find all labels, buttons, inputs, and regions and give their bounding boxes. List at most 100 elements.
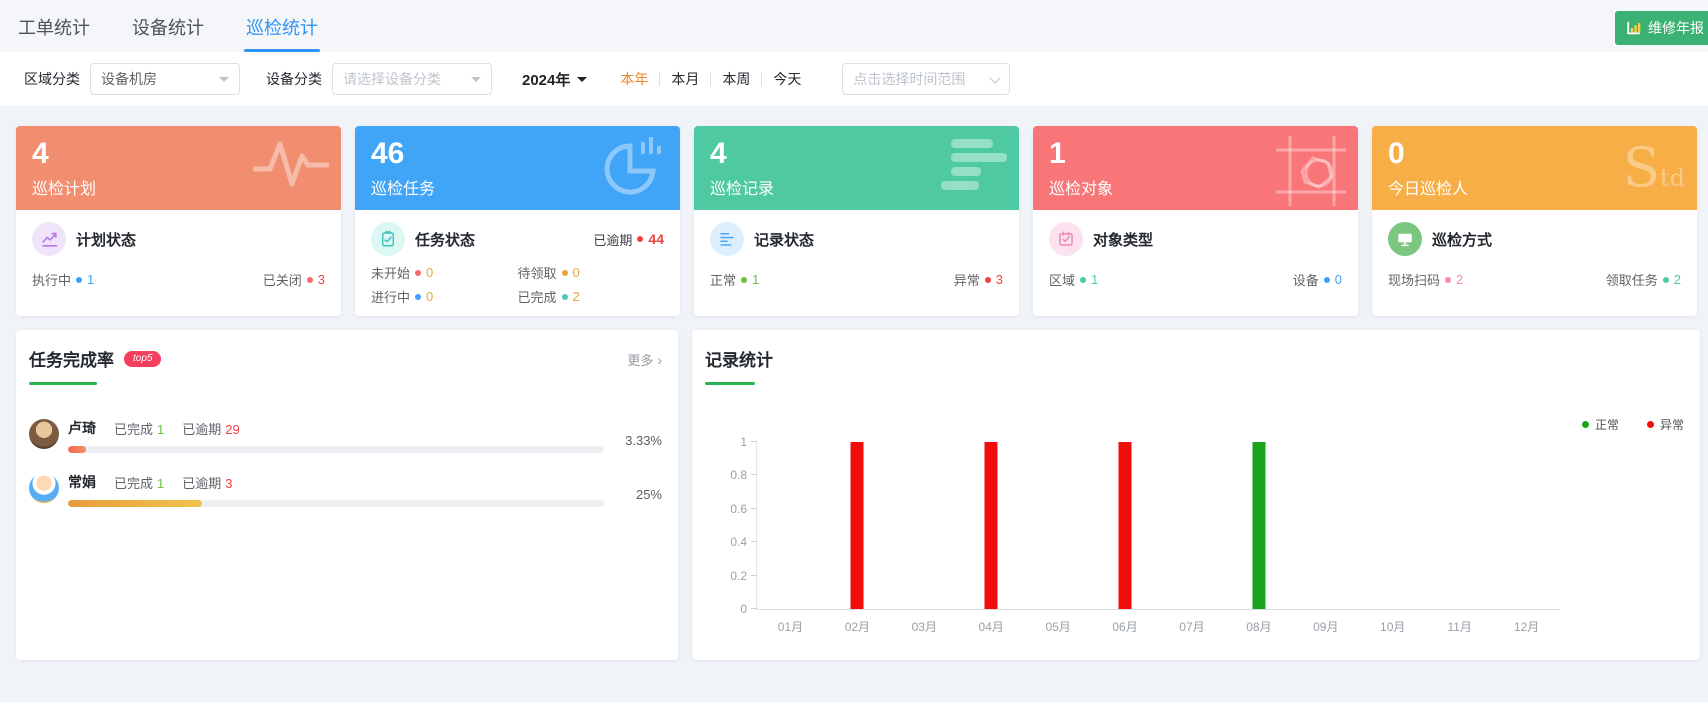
y-axis-tick xyxy=(751,508,757,509)
quick-range-this-month[interactable]: 本月 xyxy=(660,69,710,89)
y-axis-tick-label: 0 xyxy=(711,603,747,615)
card-body: 对象类型 区域1 设备0 xyxy=(1033,210,1358,299)
completion-row: 卢琦 已完成1 已逾期29 3.33% xyxy=(29,419,662,453)
filter-bar: 区域分类 设备机房 设备分类 请选择设备分类 2024年 本年 本月 本周 今天… xyxy=(0,52,1708,106)
tab-inspection-stats[interactable]: 巡检统计 xyxy=(244,14,320,52)
monitor-icon xyxy=(1388,222,1422,256)
card-section-label: 任务状态 xyxy=(415,229,475,250)
legend-item[interactable]: 异常 xyxy=(1647,416,1684,433)
clipboard-icon xyxy=(371,222,405,256)
card-headline-stat: 已逾期44 xyxy=(593,230,664,249)
x-axis-label: 09月 xyxy=(1313,618,1338,635)
caret-down-icon xyxy=(577,77,587,87)
year-select[interactable]: 2024年 xyxy=(522,69,587,90)
overdue-stat: 已逾期29 xyxy=(182,419,239,438)
y-axis-tick xyxy=(751,541,757,542)
legend-dot xyxy=(1647,421,1654,428)
chevron-down-icon xyxy=(990,72,1001,83)
progress-bar xyxy=(68,500,604,507)
x-axis-label: 06月 xyxy=(1112,618,1137,635)
stat-card: 1 巡检对象 对象类型 区域1 设备0 xyxy=(1033,126,1358,316)
y-axis-tick xyxy=(751,608,757,609)
bar-chart-icon xyxy=(1626,20,1642,36)
card-body: 任务状态 已逾期44 未开始0 待领取0 进行中0 已 xyxy=(355,210,680,316)
bottom-panels: 任务完成率 top5 更多› 卢琦 已完成1 已逾期29 3.33% 常娟 已完… xyxy=(0,316,1708,660)
legend-dot xyxy=(1582,421,1589,428)
quick-range-today[interactable]: 今天 xyxy=(762,69,812,89)
progress-bar xyxy=(68,446,604,453)
chart-legend: 正常 异常 xyxy=(1582,416,1684,433)
y-axis-tick-label: 0.4 xyxy=(711,536,747,548)
pie-chart-icon xyxy=(602,136,668,203)
panel-title: 记录统计 xyxy=(705,346,773,371)
time-range-select[interactable]: 点击选择时间范围 xyxy=(842,63,1010,95)
card-stat: 设备0 xyxy=(1293,270,1342,289)
done-stat: 已完成1 xyxy=(114,473,164,492)
user-name: 常娟 xyxy=(68,472,96,492)
legend-item[interactable]: 正常 xyxy=(1582,416,1619,433)
card-stat: 正常1 xyxy=(710,270,759,289)
panel-title: 任务完成率 xyxy=(29,346,114,371)
region-select-value: 设备机房 xyxy=(101,69,157,89)
survey-icon xyxy=(1049,222,1083,256)
user-name: 卢琦 xyxy=(68,418,96,438)
completion-percent: 25% xyxy=(604,487,662,502)
stat-card: 0 今日巡检人 Std 巡检方式 现场扫码2 领取任务2 xyxy=(1372,126,1697,316)
chart-bar-异常 xyxy=(985,442,998,609)
tab-work-order-stats[interactable]: 工单统计 xyxy=(16,14,92,52)
more-link[interactable]: 更多› xyxy=(627,350,662,369)
x-axis-label: 01月 xyxy=(778,618,803,635)
y-axis-tick-label: 0.8 xyxy=(711,469,747,481)
card-header: 4 巡检记录 xyxy=(694,126,1019,210)
card-stat: 异常3 xyxy=(954,270,1003,289)
list-icon xyxy=(710,222,744,256)
caret-down-icon xyxy=(219,77,229,87)
card-stat: 已关闭3 xyxy=(263,270,325,289)
done-stat: 已完成1 xyxy=(114,419,164,438)
stat-card: 46 巡检任务 任务状态 已逾期44 未开始0 待领取0 xyxy=(355,126,680,316)
title-underline xyxy=(29,382,97,385)
tab-device-stats[interactable]: 设备统计 xyxy=(130,14,206,52)
chart-bar-异常 xyxy=(1119,442,1132,609)
x-axis-label: 03月 xyxy=(912,618,937,635)
std-watermark: Std xyxy=(1623,136,1685,199)
quick-range-group: 本年 本月 本周 今天 xyxy=(609,69,812,89)
annual-report-button[interactable]: 维修年报 xyxy=(1615,11,1708,45)
card-body: 巡检方式 现场扫码2 领取任务2 xyxy=(1372,210,1697,299)
card-section-label: 记录状态 xyxy=(754,229,814,250)
top5-badge: top5 xyxy=(124,351,161,367)
device-select[interactable]: 请选择设备分类 xyxy=(332,63,492,95)
chart-bar-异常 xyxy=(851,442,864,609)
card-header: 1 巡检对象 xyxy=(1033,126,1358,210)
x-axis-label: 12月 xyxy=(1514,618,1539,635)
completion-rows: 卢琦 已完成1 已逾期29 3.33% 常娟 已完成1 已逾期3 25% xyxy=(29,419,662,507)
chart-plot: 00.20.40.60.8101月02月03月04月05月06月07月08月09… xyxy=(756,442,1560,610)
x-axis-label: 04月 xyxy=(979,618,1004,635)
card-section-label: 对象类型 xyxy=(1093,229,1153,250)
y-axis-tick xyxy=(751,441,757,442)
stat-card: 4 巡检记录 记录状态 正常1 异常3 xyxy=(694,126,1019,316)
x-axis-label: 08月 xyxy=(1246,618,1271,635)
y-axis-tick-label: 0.6 xyxy=(711,503,747,515)
y-axis-tick-label: 1 xyxy=(711,436,747,448)
record-bar-chart: 00.20.40.60.8101月02月03月04月05月06月07月08月09… xyxy=(710,442,1560,610)
annual-report-label: 维修年报 xyxy=(1648,18,1704,38)
card-stat: 已完成2 xyxy=(518,287,665,306)
card-stat: 进行中0 xyxy=(371,287,518,306)
stat-cards: 4 巡检计划 计划状态 执行中1 已关闭3 46 xyxy=(0,106,1708,316)
card-stat: 未开始0 xyxy=(371,263,518,282)
stat-card: 4 巡检计划 计划状态 执行中1 已关闭3 xyxy=(16,126,341,316)
quick-range-this-year[interactable]: 本年 xyxy=(609,69,659,89)
card-stat: 区域1 xyxy=(1049,270,1098,289)
avatar-female-photo xyxy=(29,419,59,449)
trend-chart-icon xyxy=(32,222,66,256)
record-stats-panel: 记录统计 正常 异常 00.20.40.60.8101月02月03月04月05月0… xyxy=(692,330,1700,660)
device-select-placeholder: 请选择设备分类 xyxy=(343,69,441,89)
completion-percent: 3.33% xyxy=(604,433,662,448)
top-tab-bar: 工单统计 设备统计 巡检统计 xyxy=(0,0,1708,52)
x-axis-label: 05月 xyxy=(1045,618,1070,635)
quick-range-this-week[interactable]: 本周 xyxy=(711,69,761,89)
hbar-chart-icon xyxy=(941,136,1007,199)
region-select[interactable]: 设备机房 xyxy=(90,63,240,95)
card-body: 记录状态 正常1 异常3 xyxy=(694,210,1019,299)
